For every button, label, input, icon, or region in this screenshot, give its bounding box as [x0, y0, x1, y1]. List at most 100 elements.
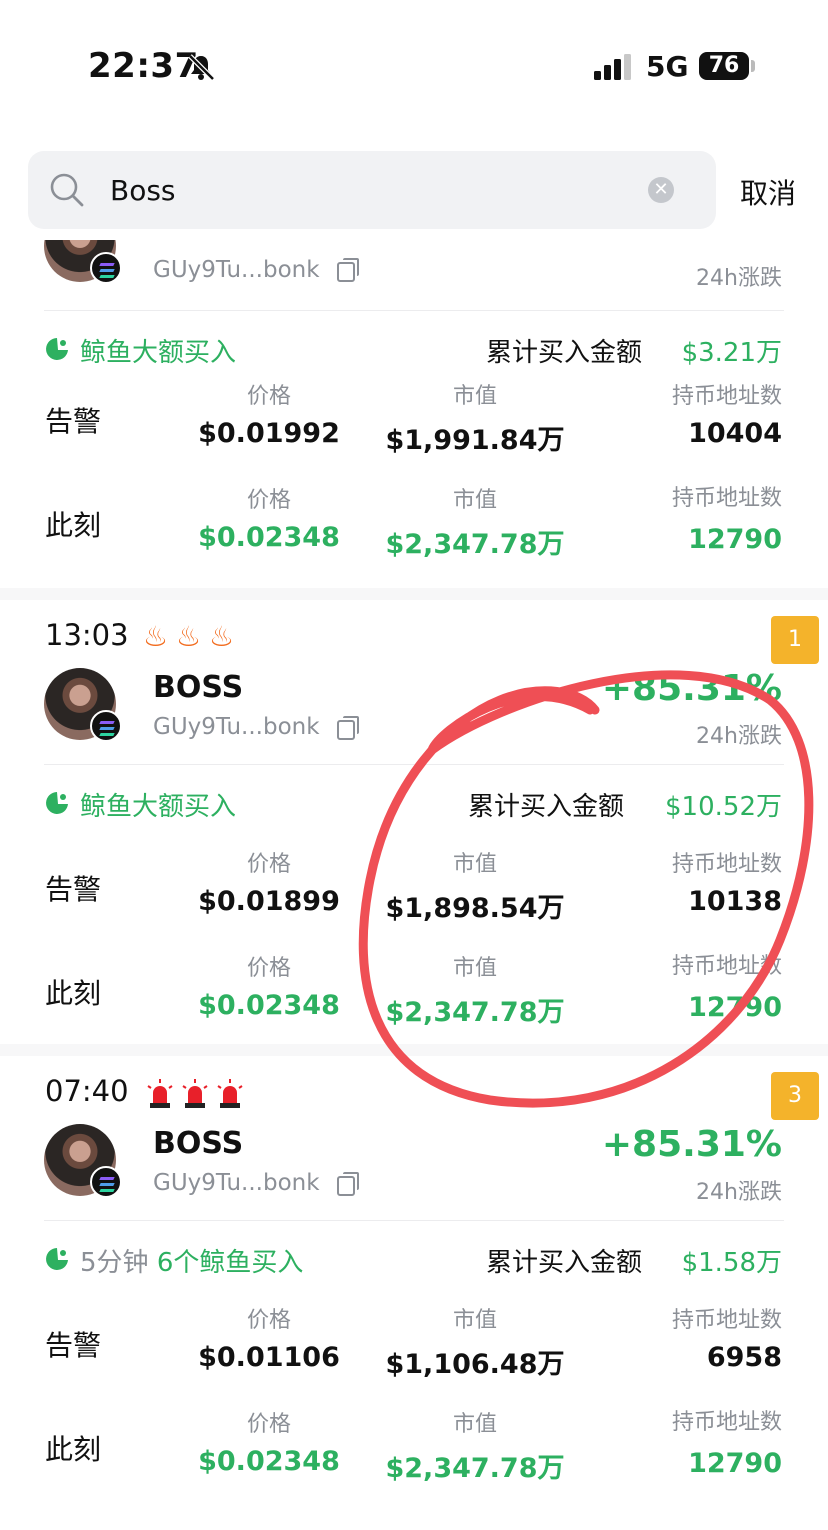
now-holders: 12790	[688, 992, 782, 1023]
mcap-label: 市值	[452, 384, 497, 409]
card-separator	[0, 588, 828, 600]
alert-card[interactable]: 13:03 ♨ ♨ ♨ 1 BOSS GUy9Tu...bonk +85.31%…	[0, 600, 828, 1040]
copy-icon[interactable]	[337, 716, 359, 740]
cumulative-buy-label: 累计买入金额	[468, 792, 625, 822]
battery-level: 76	[699, 52, 749, 80]
change-value: +85.31%	[601, 668, 782, 709]
alert-holders: 10138	[688, 886, 782, 917]
alert-price: $0.01106	[198, 1342, 340, 1373]
search-bar[interactable]: ✕	[28, 151, 716, 229]
divider	[44, 1220, 784, 1221]
price-label: 价格	[246, 488, 291, 513]
token-address: GUy9Tu...bonk	[153, 257, 320, 283]
cumulative-buy-value: $3.21万	[681, 338, 782, 368]
token-address: GUy9Tu...bonk	[153, 714, 320, 740]
alert-time: 07:40	[45, 1074, 129, 1108]
card-separator	[0, 1044, 828, 1056]
now-price: $0.02348	[198, 990, 340, 1021]
holders-label: 持币地址数	[671, 1308, 782, 1333]
now-price: $0.02348	[198, 522, 340, 553]
whale-count-label: 6个鲸鱼买入	[156, 1248, 304, 1278]
fire-icon: ♨	[176, 620, 202, 653]
whale-time-window: 5分钟	[80, 1248, 149, 1278]
alert-mcap: $1,898.54万	[385, 893, 565, 924]
whale-label: 5分钟 6个鲸鱼买入	[80, 1242, 303, 1279]
change-label: 24h涨跌	[696, 266, 782, 291]
rank-badge: 1	[771, 616, 819, 664]
search-icon	[50, 173, 84, 207]
divider	[44, 764, 784, 765]
alert-row-label: 告警	[45, 1329, 102, 1362]
fire-icons: ♨ ♨ ♨	[143, 620, 243, 654]
now-mcap: $2,347.78万	[385, 529, 565, 560]
cumulative-buy-label: 累计买入金额	[486, 338, 643, 368]
now-holders: 12790	[688, 1448, 782, 1479]
cumulative-buy-label: 累计买入金额	[486, 1248, 643, 1278]
alert-mcap: $1,106.48万	[385, 1349, 565, 1380]
holders-label: 持币地址数	[671, 852, 782, 877]
alert-price: $0.01899	[198, 886, 340, 917]
alert-card[interactable]: GUy9Tu...bonk 24h涨跌 鲸鱼大额买入 累计买入金额 $3.21万…	[0, 240, 828, 582]
whale-icon	[46, 792, 68, 814]
now-mcap: $2,347.78万	[385, 1453, 565, 1484]
mcap-label: 市值	[452, 488, 497, 513]
now-mcap: $2,347.78万	[385, 997, 565, 1028]
whale-icon	[46, 338, 68, 360]
whale-label: 鲸鱼大额买入	[80, 338, 237, 368]
now-holders: 12790	[688, 524, 782, 555]
token-name: BOSS	[153, 670, 244, 705]
alert-holders: 6958	[706, 1342, 782, 1373]
siren-icon	[147, 1079, 173, 1108]
mcap-label: 市值	[452, 1308, 497, 1333]
now-row-label: 此刻	[45, 977, 102, 1010]
battery-tip	[751, 60, 755, 72]
status-time: 22:37	[88, 46, 199, 86]
alert-holders: 10404	[688, 418, 782, 449]
holders-label: 持币地址数	[671, 1410, 782, 1435]
now-price: $0.02348	[198, 1446, 340, 1477]
network-type: 5G	[646, 50, 689, 83]
alert-row-label: 告警	[45, 873, 102, 906]
change-label: 24h涨跌	[696, 724, 782, 749]
now-row-label: 此刻	[45, 509, 102, 542]
signal-icon	[594, 54, 631, 80]
siren-icons	[143, 1078, 247, 1112]
price-label: 价格	[246, 956, 291, 981]
fire-icon: ♨	[143, 620, 169, 653]
solana-badge-icon	[90, 710, 122, 742]
status-bar: 22:37 5G 76	[0, 0, 828, 120]
alert-mcap: $1,991.84万	[385, 425, 565, 456]
mcap-label: 市值	[452, 1412, 497, 1437]
solana-badge-icon	[90, 1166, 122, 1198]
change-value: +85.31%	[601, 1124, 782, 1165]
search-input[interactable]	[110, 167, 630, 213]
price-label: 价格	[246, 852, 291, 877]
token-address: GUy9Tu...bonk	[153, 1170, 320, 1196]
price-label: 价格	[246, 384, 291, 409]
whale-label: 鲸鱼大额买入	[80, 792, 237, 822]
price-label: 价格	[246, 1308, 291, 1333]
alert-card[interactable]: 07:40 3 BOSS GUy9Tu...bonk +85.31% 24h涨跌	[0, 1056, 828, 1530]
cumulative-buy-value: $1.58万	[681, 1248, 782, 1278]
cumulative-buy-value: $10.52万	[665, 792, 782, 822]
holders-label: 持币地址数	[671, 486, 782, 511]
cancel-button[interactable]: 取消	[740, 172, 796, 212]
holders-label: 持币地址数	[671, 954, 782, 979]
siren-icon	[182, 1079, 208, 1108]
price-label: 价格	[246, 1412, 291, 1437]
alert-row-label: 告警	[45, 405, 102, 438]
mcap-label: 市值	[452, 956, 497, 981]
copy-icon[interactable]	[337, 1172, 359, 1196]
clear-icon[interactable]: ✕	[648, 177, 674, 203]
rank-badge: 3	[771, 1072, 819, 1120]
copy-icon[interactable]	[337, 258, 359, 282]
whale-icon	[46, 1248, 68, 1270]
alert-price: $0.01992	[198, 418, 340, 449]
now-row-label: 此刻	[45, 1433, 102, 1466]
holders-label: 持币地址数	[671, 384, 782, 409]
alert-list: GUy9Tu...bonk 24h涨跌 鲸鱼大额买入 累计买入金额 $3.21万…	[0, 240, 828, 1530]
divider	[44, 310, 784, 311]
siren-icon	[217, 1079, 243, 1108]
change-label: 24h涨跌	[696, 1180, 782, 1205]
fire-icon: ♨	[209, 620, 235, 653]
